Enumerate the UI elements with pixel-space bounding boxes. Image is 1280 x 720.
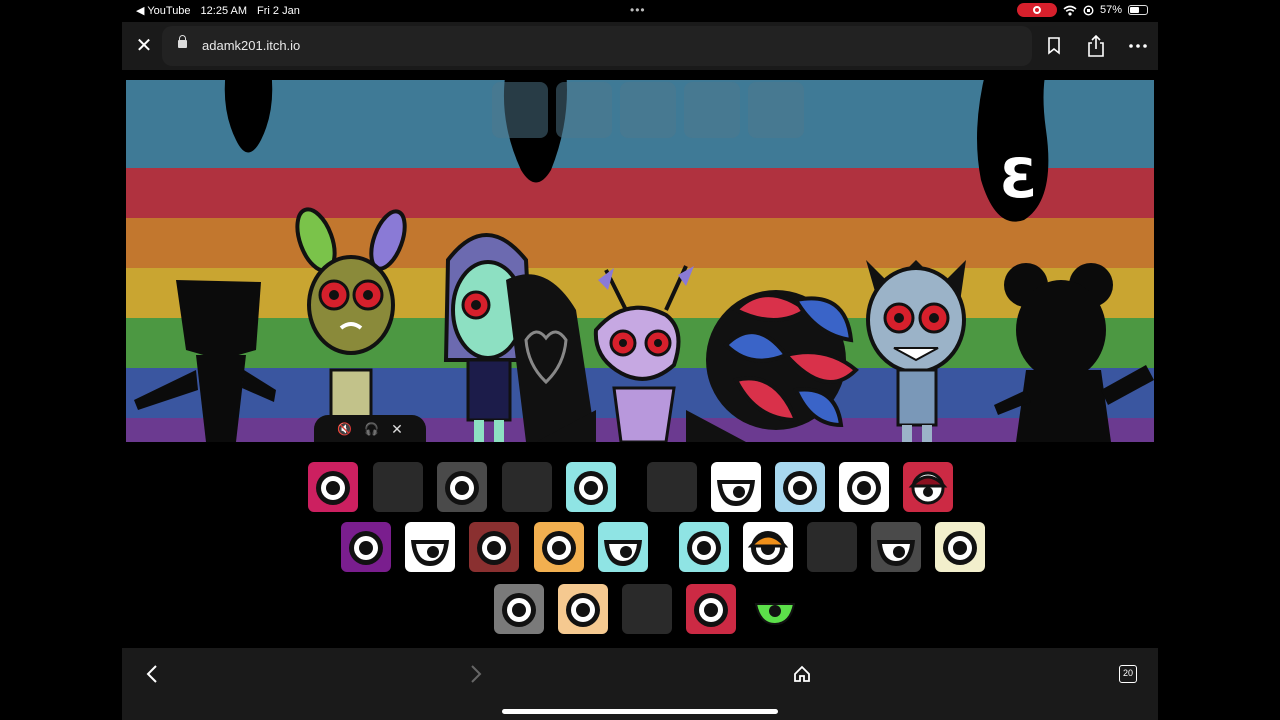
empty-icon-slot[interactable]: [502, 462, 552, 512]
sound-icon[interactable]: [437, 462, 487, 512]
sound-icon[interactable]: [686, 584, 736, 634]
tabs-count: 20: [1122, 668, 1133, 678]
eye-icon: [877, 540, 915, 566]
sound-icon[interactable]: [341, 522, 391, 572]
url-text: adamk201.itch.io: [202, 38, 301, 53]
character-shadow[interactable]: [506, 274, 596, 442]
eye-icon: [687, 531, 721, 565]
close-icon[interactable]: ✕: [391, 421, 403, 438]
sound-icon[interactable]: [750, 584, 800, 634]
eye-icon: [349, 531, 383, 565]
eye-icon: [316, 471, 350, 505]
screen-record-indicator[interactable]: [1016, 3, 1057, 17]
sound-icon[interactable]: [775, 462, 825, 512]
eye-icon: [411, 540, 449, 566]
eye-icon: [574, 471, 608, 505]
character-swirl[interactable]: [706, 290, 859, 430]
character-silhouette-left[interactable]: [134, 280, 276, 442]
tabs-button[interactable]: 20: [1119, 665, 1137, 683]
sound-icon[interactable]: [935, 522, 985, 572]
multitasking-dots[interactable]: •••: [630, 3, 646, 17]
eye-icon: [566, 593, 600, 627]
character-lineup[interactable]: [126, 70, 1154, 442]
forward-icon[interactable]: [464, 662, 488, 686]
eye-icon: [754, 603, 796, 626]
eye-icon: [502, 593, 536, 627]
eye-icon: [943, 531, 977, 565]
character-bunny[interactable]: [290, 204, 411, 442]
bookmark-icon[interactable]: [1042, 34, 1066, 58]
mute-icon[interactable]: 🔇: [337, 422, 352, 436]
sound-icon[interactable]: [839, 462, 889, 512]
sound-icon[interactable]: [566, 462, 616, 512]
eye-icon: [717, 480, 755, 506]
eye-icon: [604, 540, 642, 566]
orientation-lock-icon: [1083, 4, 1094, 16]
eye-icon: [783, 471, 817, 505]
character-grinning-kid[interactable]: [866, 260, 966, 442]
sound-icon[interactable]: [405, 522, 455, 572]
game-stage[interactable]: 3 🔇 🎧 ✕: [126, 70, 1154, 442]
record-icon: [1032, 6, 1041, 14]
sound-icon[interactable]: [679, 522, 729, 572]
sound-icon[interactable]: [903, 462, 953, 512]
sound-icon[interactable]: [871, 522, 921, 572]
eye-icon: [908, 471, 948, 505]
sound-icon[interactable]: [494, 584, 544, 634]
browser-bottom-bar: 20: [122, 648, 1158, 720]
character-silhouette-mouse[interactable]: [994, 263, 1154, 442]
status-bar: ◀ YouTube 12:25 AM Fri 2 Jan ••• 57%: [122, 0, 1158, 22]
empty-icon-slot[interactable]: [373, 462, 423, 512]
sound-icon[interactable]: [558, 584, 608, 634]
sound-icon[interactable]: [469, 522, 519, 572]
empty-icon-slot[interactable]: [647, 462, 697, 512]
address-bar[interactable]: adamk201.itch.io: [162, 26, 1032, 66]
eye-icon: [694, 593, 728, 627]
lock-icon: [178, 35, 187, 48]
eye-icon: [542, 531, 576, 565]
battery-icon: [1128, 5, 1148, 15]
home-icon[interactable]: [790, 662, 814, 686]
eye-icon: [747, 531, 789, 565]
eye-icon: [477, 531, 511, 565]
wifi-icon: [1063, 5, 1077, 16]
sound-icon[interactable]: [743, 522, 793, 572]
back-to-app-link[interactable]: ◀ YouTube: [136, 4, 191, 17]
home-indicator[interactable]: [502, 709, 778, 714]
battery-level: [1130, 7, 1139, 13]
audio-controls: 🔇 🎧 ✕: [314, 415, 426, 442]
headphones-icon[interactable]: 🎧: [364, 422, 379, 436]
eye-icon: [847, 471, 881, 505]
more-options-icon[interactable]: [1126, 34, 1150, 58]
sound-icon[interactable]: [598, 522, 648, 572]
share-icon[interactable]: [1084, 34, 1108, 58]
sound-icon[interactable]: [711, 462, 761, 512]
sound-icon-tray: [0, 442, 1280, 648]
empty-icon-slot[interactable]: [622, 584, 672, 634]
eye-icon: [445, 471, 479, 505]
status-time: 12:25 AM: [200, 4, 248, 17]
close-icon[interactable]: ✕: [132, 34, 156, 58]
status-date: Fri 2 Jan: [257, 4, 300, 17]
browser-toolbar: ✕ adamk201.itch.io: [122, 22, 1158, 70]
sound-icon[interactable]: [308, 462, 358, 512]
battery-percent: 57%: [1099, 4, 1122, 16]
empty-icon-slot[interactable]: [807, 522, 857, 572]
sound-icon[interactable]: [534, 522, 584, 572]
back-icon[interactable]: [140, 662, 164, 686]
